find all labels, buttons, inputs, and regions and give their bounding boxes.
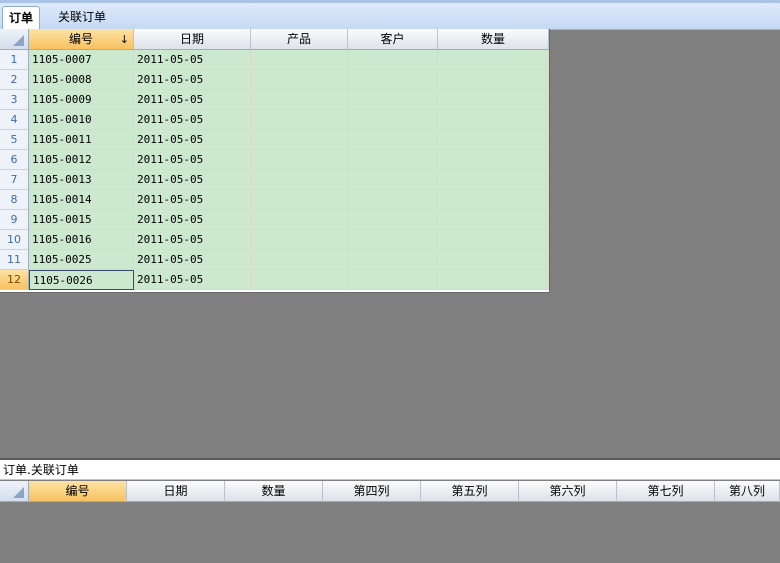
detail-column-header-id[interactable]: 编号 [29, 481, 127, 502]
table-cell[interactable]: 2011-05-05 [134, 50, 251, 70]
detail-select-all-corner[interactable] [0, 481, 29, 502]
row-header[interactable]: 1 [0, 50, 29, 70]
row-header[interactable]: 2 [0, 70, 29, 90]
table-cell[interactable] [438, 70, 549, 90]
table-cell[interactable] [251, 250, 348, 270]
table-cell[interactable] [348, 110, 438, 130]
table-cell[interactable] [348, 190, 438, 210]
detail-column-header-date[interactable]: 日期 [127, 481, 225, 502]
row-header[interactable]: 4 [0, 110, 29, 130]
table-cell[interactable]: 1105-0011 [29, 130, 134, 150]
column-header-quantity[interactable]: 数量 [438, 29, 549, 50]
table-cell[interactable] [348, 70, 438, 90]
detail-grid-header: 编号 日期 数量 第四列 第五列 第六列 第七列 第八列 [0, 481, 780, 502]
detail-panel-title: 订单.关联订单 [0, 460, 780, 480]
row-header[interactable]: 8 [0, 190, 29, 210]
detail-column-header-col7[interactable]: 第七列 [617, 481, 715, 502]
table-cell[interactable] [438, 230, 549, 250]
table-cell[interactable]: 1105-0014 [29, 190, 134, 210]
table-cell[interactable]: 1105-0009 [29, 90, 134, 110]
table-cell[interactable]: 2011-05-05 [134, 190, 251, 210]
select-all-icon [13, 35, 24, 46]
row-header[interactable]: 5 [0, 130, 29, 150]
table-cell[interactable] [251, 210, 348, 230]
table-cell[interactable] [348, 90, 438, 110]
table-cell[interactable] [348, 170, 438, 190]
table-cell[interactable]: 2011-05-05 [134, 150, 251, 170]
table-cell[interactable] [251, 190, 348, 210]
table-cell[interactable] [251, 90, 348, 110]
table-cell[interactable] [251, 270, 348, 290]
table-cell[interactable]: 1105-0026 [29, 270, 134, 290]
table-cell[interactable]: 2011-05-05 [134, 130, 251, 150]
table-cell[interactable]: 2011-05-05 [134, 90, 251, 110]
orders-grid[interactable]: 编号 ↓ 日期 产品 客户 数量 1 1105-0007 2011-05-05 2 11… [0, 29, 550, 293]
table-cell[interactable] [438, 190, 549, 210]
row-header[interactable]: 11 [0, 250, 29, 270]
table-cell[interactable] [251, 50, 348, 70]
table-cell[interactable] [348, 50, 438, 70]
select-all-icon [13, 487, 24, 498]
table-cell[interactable]: 1105-0025 [29, 250, 134, 270]
table-cell[interactable]: 2011-05-05 [134, 250, 251, 270]
table-cell[interactable]: 1105-0015 [29, 210, 134, 230]
table-cell[interactable] [251, 230, 348, 250]
table-cell[interactable] [348, 210, 438, 230]
table-cell[interactable] [348, 250, 438, 270]
table-cell[interactable] [438, 130, 549, 150]
table-cell[interactable] [438, 250, 549, 270]
table-cell[interactable] [348, 270, 438, 290]
row-header[interactable]: 12 [0, 270, 29, 290]
table-cell[interactable]: 2011-05-05 [134, 270, 251, 290]
detail-column-header-col5[interactable]: 第五列 [421, 481, 519, 502]
table-cell[interactable]: 1105-0007 [29, 50, 134, 70]
detail-column-header-col6[interactable]: 第六列 [519, 481, 617, 502]
table-cell[interactable] [251, 150, 348, 170]
table-cell[interactable] [438, 90, 549, 110]
row-header[interactable]: 7 [0, 170, 29, 190]
table-cell[interactable] [348, 130, 438, 150]
table-cell[interactable] [251, 110, 348, 130]
table-cell[interactable]: 1105-0010 [29, 110, 134, 130]
row-header[interactable]: 6 [0, 150, 29, 170]
table-cell[interactable]: 2011-05-05 [134, 210, 251, 230]
table-cell[interactable] [251, 130, 348, 150]
sort-descending-icon: ↓ [119, 33, 129, 46]
table-cell[interactable]: 2011-05-05 [134, 110, 251, 130]
column-header-date[interactable]: 日期 [134, 29, 251, 50]
tab-bar: 订单 关联订单 [0, 3, 780, 30]
column-header-product[interactable]: 产品 [251, 29, 348, 50]
table-cell[interactable]: 1105-0012 [29, 150, 134, 170]
detail-column-header-col4[interactable]: 第四列 [323, 481, 421, 502]
table-cell[interactable]: 2011-05-05 [134, 230, 251, 250]
row-header[interactable]: 9 [0, 210, 29, 230]
table-cell[interactable] [251, 170, 348, 190]
table-cell[interactable] [348, 230, 438, 250]
select-all-corner[interactable] [0, 29, 29, 50]
table-cell[interactable] [438, 110, 549, 130]
table-cell[interactable]: 2011-05-05 [134, 170, 251, 190]
table-cell[interactable] [438, 50, 549, 70]
table-cell[interactable] [438, 210, 549, 230]
column-header-id[interactable]: 编号 ↓ [29, 29, 134, 50]
table-cell[interactable] [438, 170, 549, 190]
table-cell[interactable]: 1105-0016 [29, 230, 134, 250]
detail-column-header-col8[interactable]: 第八列 [715, 481, 780, 502]
table-cell[interactable] [251, 70, 348, 90]
table-cell[interactable] [438, 150, 549, 170]
table-cell[interactable]: 2011-05-05 [134, 70, 251, 90]
tab-related-orders[interactable]: 关联订单 [52, 6, 112, 28]
row-header[interactable]: 10 [0, 230, 29, 250]
detail-column-header-quantity[interactable]: 数量 [225, 481, 323, 502]
table-cell[interactable]: 1105-0008 [29, 70, 134, 90]
tab-orders[interactable]: 订单 [2, 6, 41, 29]
table-cell[interactable]: 1105-0013 [29, 170, 134, 190]
table-cell[interactable] [438, 270, 549, 290]
row-header[interactable]: 3 [0, 90, 29, 110]
column-header-label: 编号 [68, 32, 93, 46]
column-header-customer[interactable]: 客户 [348, 29, 438, 50]
table-cell[interactable] [348, 150, 438, 170]
